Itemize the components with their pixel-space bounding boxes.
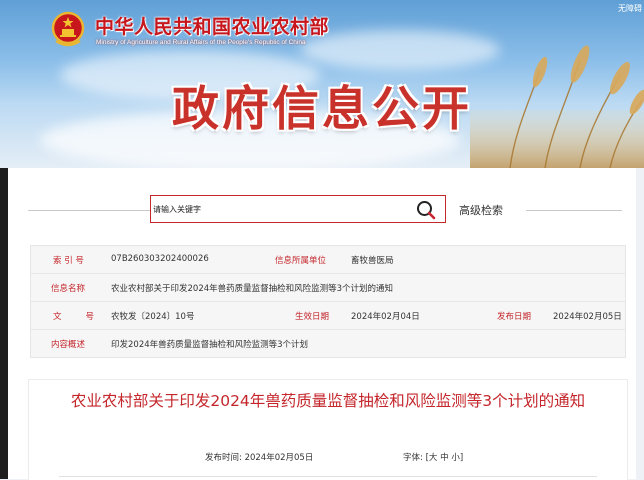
published-date-value: 2024年02月05日 bbox=[553, 312, 622, 322]
name-label: 信息名称 bbox=[51, 284, 86, 294]
effective-date-label: 生效日期 bbox=[295, 312, 330, 322]
meta-row-index: 索 引 号 07B260303202400026 信息所属单位 畜牧兽医局 bbox=[31, 246, 625, 274]
docno-label: 文号 bbox=[53, 312, 119, 322]
ministry-name-cn[interactable]: 中华人民共和国农业农村部 bbox=[95, 12, 329, 39]
docno-value: 农牧发〔2024〕10号 bbox=[111, 312, 195, 322]
main-content: 高级检索 索 引 号 07B260303202400026 信息所属单位 畜牧兽… bbox=[8, 168, 636, 480]
meta-row-docno: 文号 农牧发〔2024〕10号 生效日期 2024年02月04日 发布日期 20… bbox=[31, 302, 625, 330]
font-size-selector: 字体: [大 中 小] bbox=[403, 451, 463, 463]
page-edge bbox=[0, 168, 8, 479]
divider-line bbox=[526, 210, 622, 211]
article-section: 农业农村部关于印发2024年兽药质量监督抽检和风险监测等3个计划的通知 发布时间… bbox=[28, 379, 628, 480]
effective-date-value: 2024年02月04日 bbox=[351, 312, 420, 322]
accessibility-link[interactable]: 无障碍 bbox=[618, 3, 642, 14]
search-icon[interactable] bbox=[415, 199, 437, 221]
page-title: 政府信息公开 bbox=[172, 82, 472, 137]
publish-time-label: 发布时间: bbox=[205, 453, 242, 463]
index-label: 索 引 号 bbox=[53, 256, 84, 266]
article-title: 农业农村部关于印发2024年兽药质量监督抽检和风险监测等3个计划的通知 bbox=[70, 392, 586, 410]
org-label: 信息所属单位 bbox=[275, 256, 327, 266]
divider-line bbox=[28, 210, 150, 211]
font-size-large-button[interactable]: 大 bbox=[429, 453, 438, 463]
index-value: 07B260303202400026 bbox=[111, 254, 209, 264]
publish-time: 发布时间: 2024年02月05日 bbox=[205, 451, 313, 463]
search-box bbox=[150, 195, 446, 223]
font-size-medium-button[interactable]: 中 bbox=[440, 453, 449, 463]
article-divider bbox=[59, 476, 597, 477]
font-bracket-close: ] bbox=[459, 453, 464, 463]
summary-label: 内容概述 bbox=[51, 340, 86, 350]
national-emblem-icon[interactable] bbox=[51, 11, 85, 47]
name-value: 农业农村部关于印发2024年兽药质量监督抽检和风险监测等3个计划的通知 bbox=[111, 284, 394, 294]
summary-value: 印发2024年兽药质量监督抽检和风险监测等3个计划 bbox=[111, 340, 309, 350]
advanced-search-link[interactable]: 高级检索 bbox=[459, 202, 503, 218]
font-size-label: 字体: bbox=[403, 453, 423, 463]
header-banner: 无障碍 中华人民共和国农业农村部 Ministry of Agriculture… bbox=[0, 0, 644, 168]
published-date-label: 发布日期 bbox=[497, 312, 532, 322]
meta-row-name: 信息名称 农业农村部关于印发2024年兽药质量监督抽检和风险监测等3个计划的通知 bbox=[31, 274, 625, 302]
document-metadata-table: 索 引 号 07B260303202400026 信息所属单位 畜牧兽医局 信息… bbox=[30, 245, 626, 358]
publish-time-value: 2024年02月05日 bbox=[244, 453, 314, 463]
font-size-small-button[interactable]: 小 bbox=[451, 453, 460, 463]
ministry-name-en: Ministry of Agriculture and Rural Affair… bbox=[96, 39, 306, 46]
meta-row-summary: 内容概述 印发2024年兽药质量监督抽检和风险监测等3个计划 bbox=[31, 330, 625, 357]
org-value: 畜牧兽医局 bbox=[351, 256, 394, 266]
search-input[interactable] bbox=[153, 198, 403, 220]
